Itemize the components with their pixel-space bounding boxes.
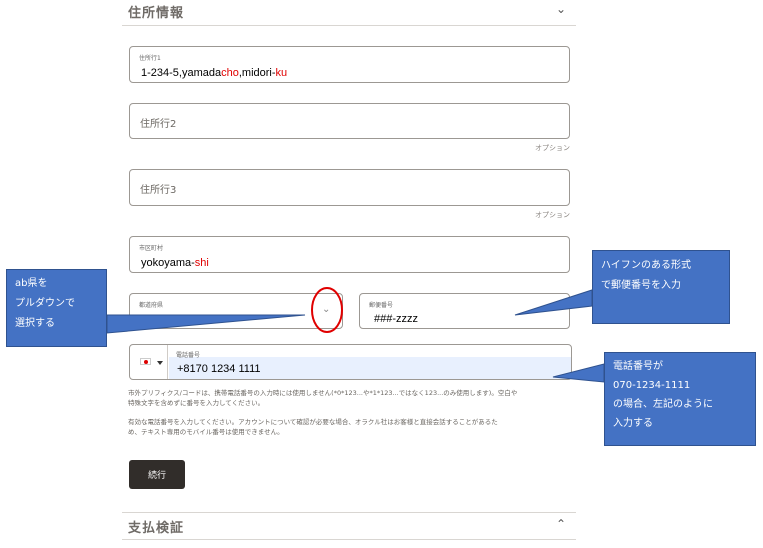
prefecture-callout: ab県を プルダウンで 選択する: [6, 269, 107, 347]
postal-callout: ハイフンのある形式 で郵便番号を入力: [592, 250, 730, 324]
phone-callout: 電話番号が 070-1234-1111 の場合、左記のように 入力する: [604, 352, 756, 446]
prefecture-callout-pointer: [106, 314, 306, 334]
highlight-circle: [311, 287, 343, 333]
postal-callout-pointer: [514, 289, 593, 316]
phone-callout-pointer: [552, 363, 605, 383]
